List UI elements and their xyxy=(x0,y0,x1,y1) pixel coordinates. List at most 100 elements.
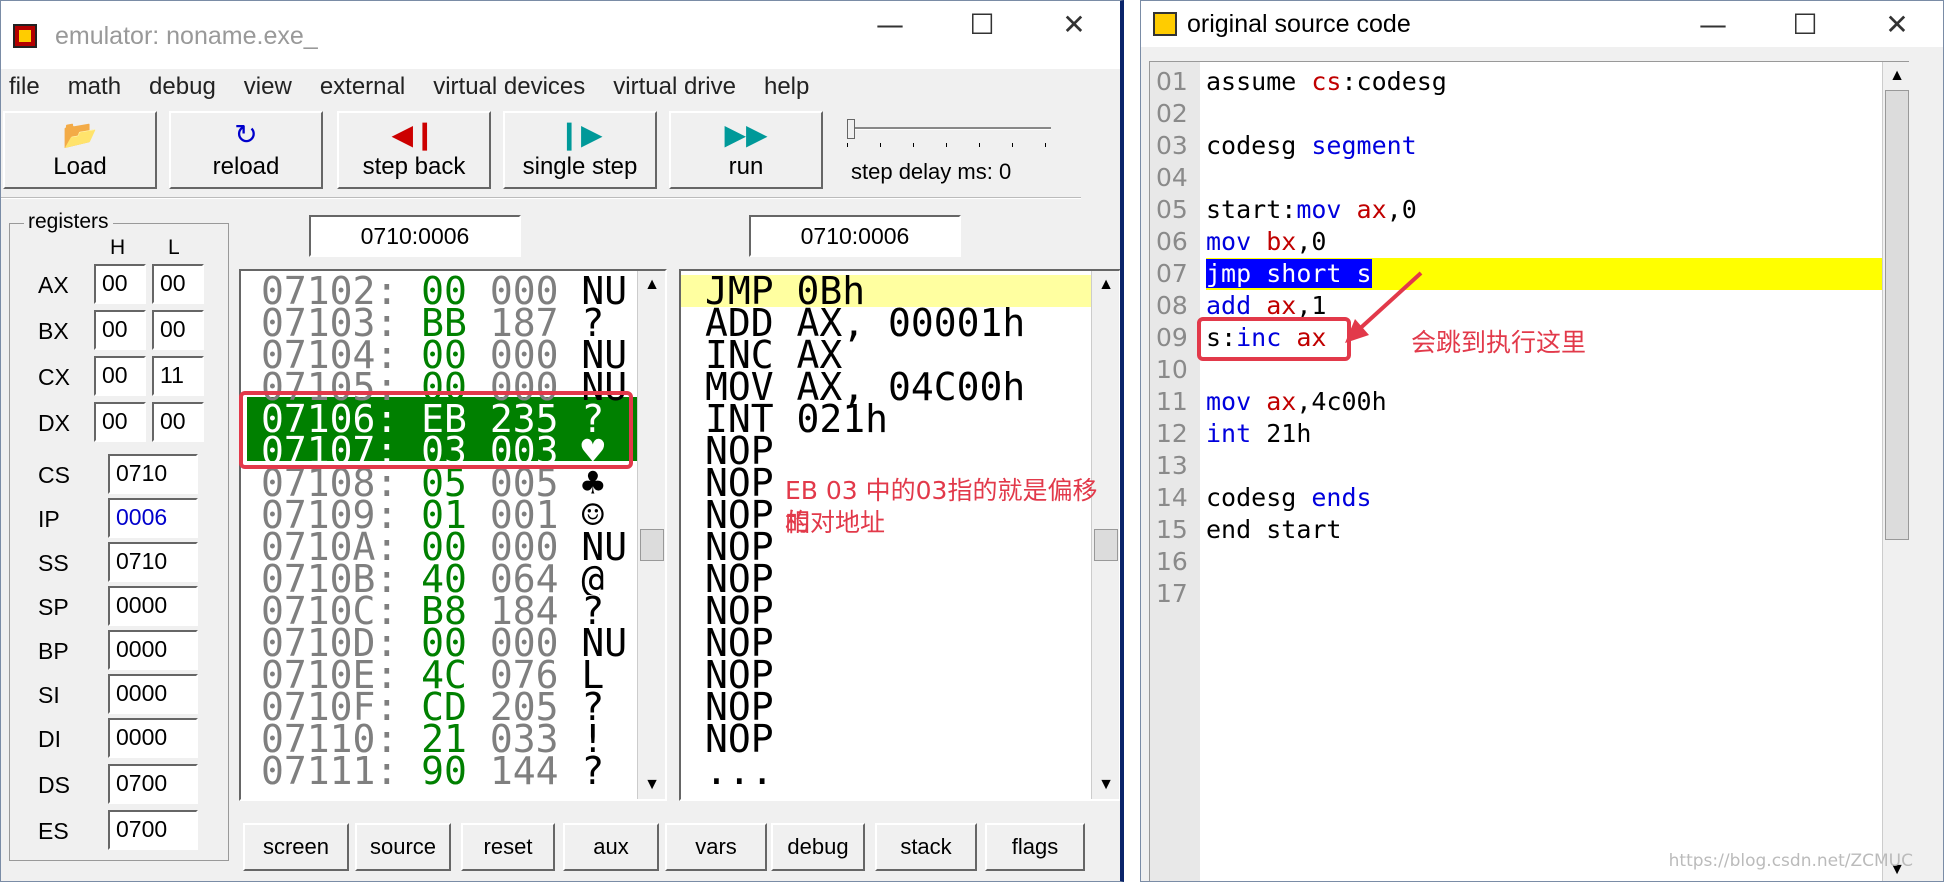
memory-row[interactable]: 07104: 00 000 NU xyxy=(261,339,665,371)
memory-row[interactable]: 0710A: 00 000 NU xyxy=(261,531,665,563)
source-line[interactable]: 16 xyxy=(1150,546,1910,578)
ss-field[interactable]: 0710 xyxy=(108,542,198,582)
minimize-icon[interactable]: — xyxy=(1667,1,1759,47)
ds-field[interactable]: 0700 xyxy=(108,764,198,804)
es-field[interactable]: 0700 xyxy=(108,810,198,850)
register-sp: SP 0000 xyxy=(10,586,230,626)
source-button[interactable]: source xyxy=(355,823,451,871)
stack-button[interactable]: stack xyxy=(875,823,977,871)
line-number: 06 xyxy=(1156,227,1188,256)
source-line[interactable]: 01 assume cs:codesg xyxy=(1150,66,1910,98)
menu-virtual-devices[interactable]: virtual devices xyxy=(433,73,585,101)
menu-math[interactable]: math xyxy=(68,73,121,101)
source-line[interactable]: 13 xyxy=(1150,450,1910,482)
scroll-down-icon[interactable]: ▼ xyxy=(638,771,665,799)
line-number: 10 xyxy=(1156,355,1188,384)
memory-row[interactable]: 07102: 00 000 NU xyxy=(261,275,665,307)
memory-hex: 00 xyxy=(421,339,467,371)
scroll-up-icon[interactable]: ▲ xyxy=(1883,62,1911,90)
memory-address: 0710B: xyxy=(261,563,399,595)
aux-button[interactable]: aux xyxy=(563,823,659,871)
memory-char: NU xyxy=(581,339,628,371)
source-line[interactable]: 03 codesg segment xyxy=(1150,130,1910,162)
bp-field[interactable]: 0000 xyxy=(108,630,198,670)
menu-external[interactable]: external xyxy=(320,73,405,101)
source-line[interactable]: 02 xyxy=(1150,98,1910,130)
memory-row[interactable]: 07111: 90 144 ? xyxy=(261,755,665,787)
step-delay-slider[interactable] xyxy=(847,119,1057,149)
disasm-row[interactable]: ... xyxy=(705,752,774,790)
di-field[interactable]: 0000 xyxy=(108,718,198,758)
sp-field[interactable]: 0000 xyxy=(108,586,198,626)
si-field[interactable]: 0000 xyxy=(108,674,198,714)
scroll-down-icon[interactable]: ▼ xyxy=(1092,771,1119,799)
flags-button[interactable]: flags xyxy=(985,823,1085,871)
menu-virtual-drive[interactable]: virtual drive xyxy=(613,73,736,101)
memory-row[interactable]: 0710B: 40 064 @ xyxy=(261,563,665,595)
registers-legend: registers xyxy=(24,210,113,234)
source-line[interactable]: 11 mov ax,4c00h xyxy=(1150,386,1910,418)
dx-high-field[interactable]: 00 xyxy=(94,402,146,442)
scroll-thumb[interactable] xyxy=(640,529,664,561)
memory-row[interactable]: 07109: 01 001 ☺ xyxy=(261,499,665,531)
line-number: 07 xyxy=(1156,259,1188,288)
menu-debug[interactable]: debug xyxy=(149,73,216,101)
memory-row[interactable]: 0710C: B8 184 ? xyxy=(261,595,665,627)
emulator-titlebar[interactable]: emulator: noname.exe_ — ☐ ✕ xyxy=(1,1,1120,71)
source-line[interactable]: 15 end start xyxy=(1150,514,1910,546)
scroll-thumb[interactable] xyxy=(1885,90,1909,540)
cs-field[interactable]: 0710 xyxy=(108,454,198,494)
step-back-button[interactable]: ◀❙ step back xyxy=(337,111,491,189)
source-editor[interactable]: 01 assume cs:codesg 02 03 codesg segment 04 05… xyxy=(1149,61,1911,881)
source-line[interactable]: 05 start:mov ax,0 xyxy=(1150,194,1910,226)
register-di: DI 0000 xyxy=(10,718,230,758)
minimize-icon[interactable]: — xyxy=(844,1,936,47)
scroll-up-icon[interactable]: ▲ xyxy=(638,271,665,299)
memory-address-input[interactable]: 0710:0006 xyxy=(309,215,521,257)
memory-row[interactable]: 0710D: 00 000 NU xyxy=(261,627,665,659)
run-button[interactable]: ▶▶ run xyxy=(669,111,823,189)
chip-icon xyxy=(1153,12,1177,36)
cx-low-field[interactable]: 11 xyxy=(152,356,204,396)
scroll-up-icon[interactable]: ▲ xyxy=(1092,271,1119,299)
memory-row[interactable]: 07103: BB 187 ? xyxy=(261,307,665,339)
memory-row[interactable]: 0710E: 4C 076 L xyxy=(261,659,665,691)
memory-row[interactable]: 07110: 21 033 ! xyxy=(261,723,665,755)
vars-button[interactable]: vars xyxy=(665,823,767,871)
ip-field[interactable]: 0006 xyxy=(108,498,198,538)
reset-button[interactable]: reset xyxy=(461,823,555,871)
source-titlebar[interactable]: original source code — ☐ ✕ xyxy=(1141,1,1943,47)
source-line[interactable]: 06 mov bx,0 xyxy=(1150,226,1910,258)
source-scrollbar[interactable]: ▲ ▼ xyxy=(1882,62,1911,881)
close-icon[interactable]: ✕ xyxy=(1851,1,1943,47)
load-button[interactable]: 📂 Load xyxy=(3,111,157,189)
menu-view[interactable]: view xyxy=(244,73,292,101)
close-icon[interactable]: ✕ xyxy=(1028,1,1120,47)
memory-list[interactable]: 07102: 00 000 NU 07103: BB 187 ? 07104: 00… xyxy=(239,269,667,801)
bx-high-field[interactable]: 00 xyxy=(94,310,146,350)
ax-low-field[interactable]: 00 xyxy=(152,264,204,304)
memory-row[interactable]: 0710F: CD 205 ? xyxy=(261,691,665,723)
chip-icon xyxy=(13,24,37,48)
maximize-icon[interactable]: ☐ xyxy=(1759,1,1851,47)
source-line[interactable]: 14 codesg ends xyxy=(1150,482,1910,514)
single-step-button[interactable]: ❙▶ single step xyxy=(503,111,657,189)
disasm-address-input[interactable]: 0710:0006 xyxy=(749,215,961,257)
ax-high-field[interactable]: 00 xyxy=(94,264,146,304)
screen-button[interactable]: screen xyxy=(243,823,349,871)
source-line[interactable]: 17 xyxy=(1150,578,1910,610)
reload-button[interactable]: ↻ reload xyxy=(169,111,323,189)
source-line[interactable]: 12 int 21h xyxy=(1150,418,1910,450)
memory-row[interactable]: 07108: 05 005 ♣ xyxy=(261,467,665,499)
menu-help[interactable]: help xyxy=(764,73,809,101)
cx-high-field[interactable]: 00 xyxy=(94,356,146,396)
window-title: original source code xyxy=(1187,9,1411,38)
dx-low-field[interactable]: 00 xyxy=(152,402,204,442)
source-line[interactable]: 07 jmp short s xyxy=(1150,258,1910,290)
debug-button[interactable]: debug xyxy=(771,823,865,871)
maximize-icon[interactable]: ☐ xyxy=(936,1,1028,47)
memory-scrollbar[interactable]: ▲ ▼ xyxy=(637,271,665,799)
source-line[interactable]: 04 xyxy=(1150,162,1910,194)
bx-low-field[interactable]: 00 xyxy=(152,310,204,350)
menu-file[interactable]: file xyxy=(9,73,40,101)
